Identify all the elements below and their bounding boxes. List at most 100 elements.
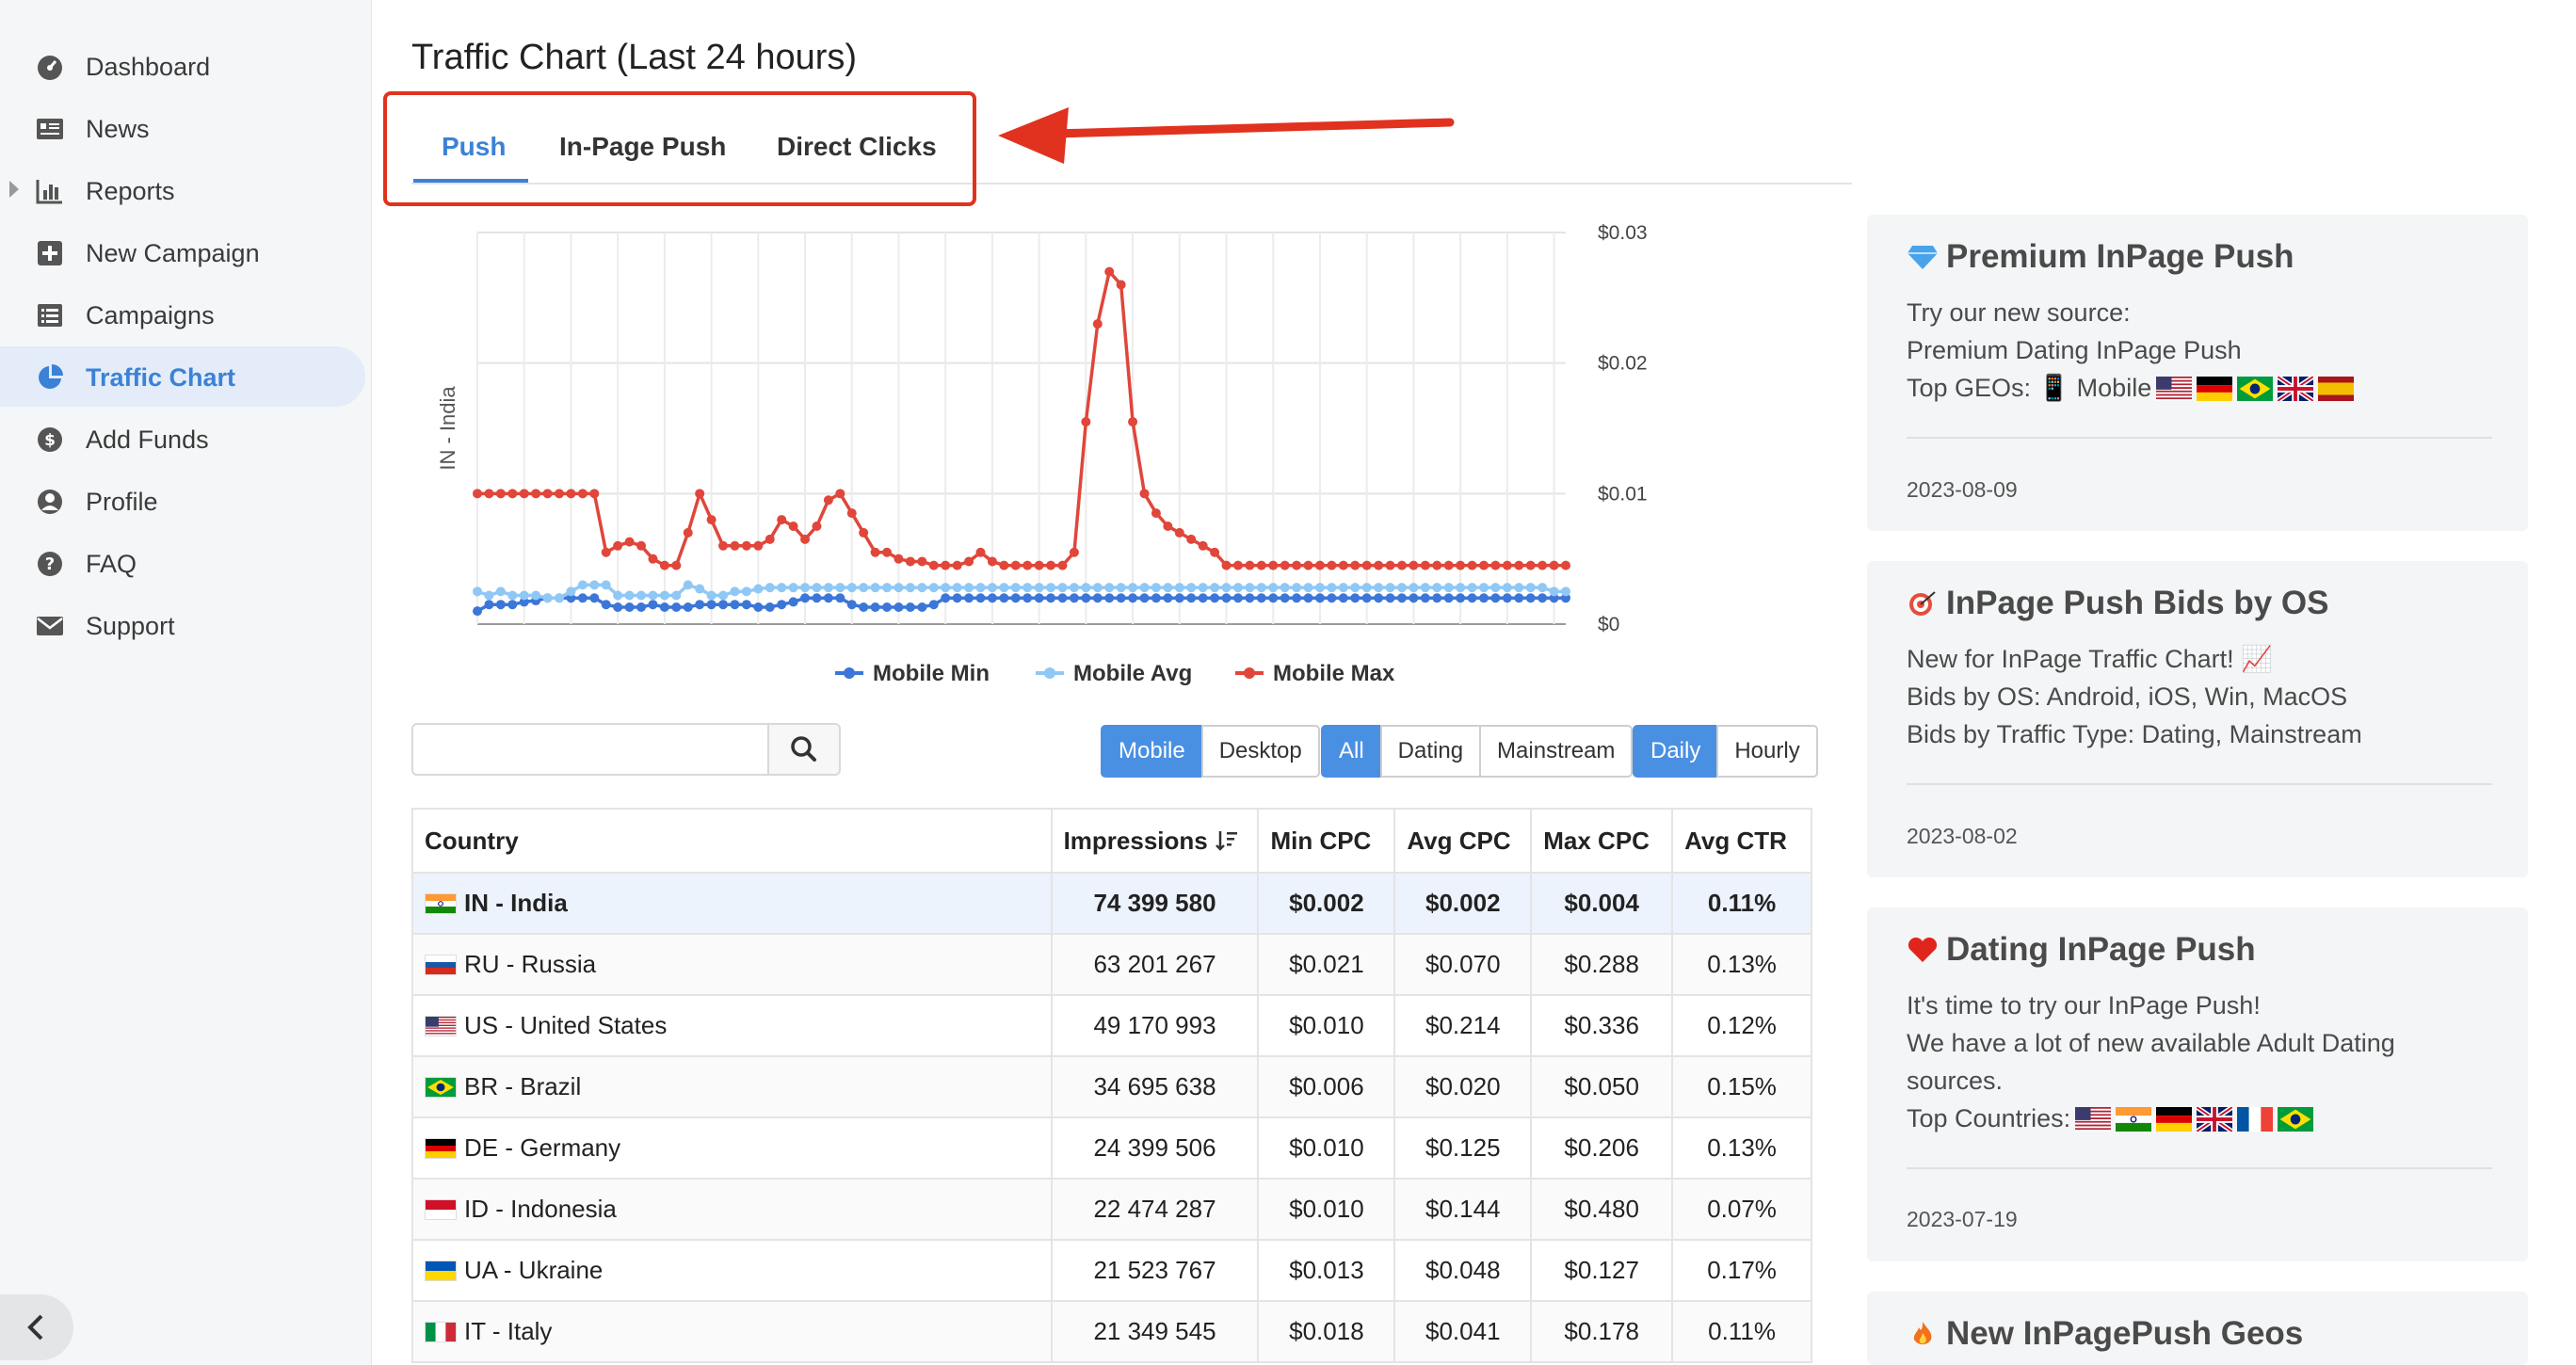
- data-point[interactable]: [870, 602, 880, 612]
- data-point[interactable]: [1361, 560, 1372, 570]
- data-point[interactable]: [624, 590, 635, 601]
- data-point[interactable]: [1314, 593, 1325, 603]
- data-point[interactable]: [636, 540, 647, 551]
- data-point[interactable]: [1420, 583, 1430, 593]
- data-point[interactable]: [1490, 593, 1501, 603]
- data-point[interactable]: [882, 583, 893, 593]
- data-point[interactable]: [1374, 593, 1384, 603]
- data-point[interactable]: [1409, 593, 1419, 603]
- data-point[interactable]: [1010, 583, 1021, 593]
- data-point[interactable]: [1314, 560, 1325, 570]
- data-point[interactable]: [648, 590, 658, 601]
- data-point[interactable]: [495, 600, 506, 610]
- data-point[interactable]: [1514, 593, 1524, 603]
- data-point[interactable]: [1139, 583, 1150, 593]
- data-point[interactable]: [1256, 583, 1266, 593]
- data-point[interactable]: [894, 602, 904, 612]
- category-dating-button[interactable]: Dating: [1379, 725, 1482, 778]
- news-card-title[interactable]: InPage Push Bids by OS: [1907, 585, 2328, 622]
- data-point[interactable]: [1186, 593, 1197, 603]
- data-point[interactable]: [952, 583, 962, 593]
- data-point[interactable]: [1221, 583, 1232, 593]
- data-point[interactable]: [636, 602, 647, 612]
- data-point[interactable]: [859, 583, 869, 593]
- data-point[interactable]: [1081, 417, 1091, 427]
- data-point[interactable]: [624, 537, 635, 547]
- data-point[interactable]: [683, 580, 693, 590]
- data-point[interactable]: [1022, 560, 1033, 570]
- data-point[interactable]: [765, 534, 775, 544]
- data-point[interactable]: [1151, 583, 1161, 593]
- data-point[interactable]: [835, 489, 845, 499]
- data-point[interactable]: [1396, 583, 1407, 593]
- data-point[interactable]: [1525, 583, 1536, 593]
- data-point[interactable]: [1467, 560, 1477, 570]
- data-point[interactable]: [484, 489, 494, 499]
- table-row[interactable]: RU - Russia 63 201 267 $0.021 $0.070 $0.288 0…: [411, 933, 1812, 996]
- data-point[interactable]: [964, 556, 974, 567]
- data-point[interactable]: [800, 593, 811, 603]
- data-point[interactable]: [718, 600, 729, 610]
- news-card-title[interactable]: Premium InPage Push: [1907, 238, 2294, 276]
- data-point[interactable]: [1221, 593, 1232, 603]
- data-point[interactable]: [1163, 593, 1173, 603]
- data-point[interactable]: [1561, 560, 1570, 570]
- data-point[interactable]: [1432, 593, 1442, 603]
- data-point[interactable]: [473, 606, 482, 617]
- data-point[interactable]: [987, 593, 997, 603]
- data-point[interactable]: [542, 593, 553, 603]
- data-point[interactable]: [1502, 593, 1512, 603]
- data-point[interactable]: [1409, 560, 1419, 570]
- data-point[interactable]: [812, 522, 822, 531]
- data-point[interactable]: [1432, 560, 1442, 570]
- column-header-avg-cpc[interactable]: Avg CPC: [1393, 808, 1533, 874]
- data-point[interactable]: [917, 556, 927, 567]
- data-point[interactable]: [812, 593, 822, 603]
- column-header-avg-ctr[interactable]: Avg CTR: [1671, 808, 1812, 874]
- data-point[interactable]: [1139, 593, 1150, 603]
- data-point[interactable]: [1221, 560, 1232, 570]
- data-point[interactable]: [659, 590, 669, 601]
- data-point[interactable]: [718, 540, 729, 551]
- data-point[interactable]: [1303, 583, 1313, 593]
- data-point[interactable]: [1303, 593, 1313, 603]
- data-point[interactable]: [1292, 593, 1302, 603]
- data-point[interactable]: [1034, 593, 1044, 603]
- data-point[interactable]: [941, 583, 951, 593]
- data-point[interactable]: [1022, 583, 1033, 593]
- data-point[interactable]: [882, 547, 893, 557]
- data-point[interactable]: [1092, 319, 1103, 329]
- data-point[interactable]: [706, 590, 716, 601]
- expand-caret-icon[interactable]: [9, 181, 19, 198]
- data-point[interactable]: [1350, 560, 1360, 570]
- sidebar-item-dashboard[interactable]: Dashboard: [0, 36, 365, 96]
- sidebar-item-add-funds[interactable]: $ Add Funds: [0, 409, 365, 469]
- data-point[interactable]: [1245, 593, 1255, 603]
- data-point[interactable]: [1338, 593, 1348, 603]
- data-point[interactable]: [975, 593, 986, 603]
- data-point[interactable]: [975, 547, 986, 557]
- column-header-max-cpc[interactable]: Max CPC: [1530, 808, 1674, 874]
- data-point[interactable]: [1046, 560, 1056, 570]
- search-input[interactable]: [411, 723, 769, 776]
- data-point[interactable]: [695, 489, 705, 499]
- column-header-impressions[interactable]: Impressions: [1050, 808, 1260, 874]
- category-mainstream-button[interactable]: Mainstream: [1479, 725, 1634, 778]
- data-point[interactable]: [765, 583, 775, 593]
- data-point[interactable]: [1057, 560, 1068, 570]
- category-all-button[interactable]: All: [1321, 725, 1382, 778]
- data-point[interactable]: [1467, 593, 1477, 603]
- data-point[interactable]: [1432, 583, 1442, 593]
- data-point[interactable]: [1256, 560, 1266, 570]
- data-point[interactable]: [683, 527, 693, 538]
- data-point[interactable]: [1327, 593, 1337, 603]
- data-point[interactable]: [812, 583, 822, 593]
- data-point[interactable]: [835, 583, 845, 593]
- data-point[interactable]: [1292, 583, 1302, 593]
- data-point[interactable]: [928, 583, 939, 593]
- table-row[interactable]: US - United States 49 170 993 $0.010 $0.214…: [411, 994, 1812, 1057]
- data-point[interactable]: [1198, 593, 1208, 603]
- data-point[interactable]: [1092, 593, 1103, 603]
- data-point[interactable]: [928, 600, 939, 610]
- data-point[interactable]: [695, 584, 705, 594]
